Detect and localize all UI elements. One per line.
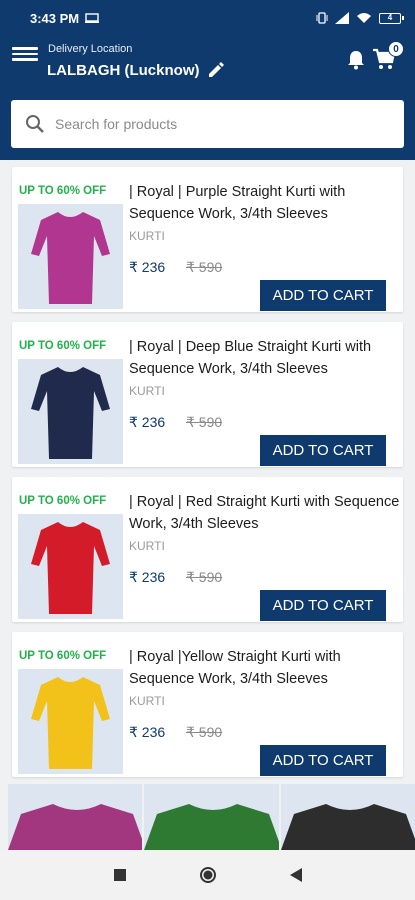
product-title[interactable]: | Royal |Yellow Straight Kurti with Sequ…: [129, 646, 401, 690]
pencil-icon[interactable]: [207, 61, 225, 79]
product-card[interactable]: UP TO 60% OFF | Royal |Yellow Straight K…: [12, 632, 403, 777]
discount-badge: UP TO 60% OFF: [19, 185, 107, 197]
home-button[interactable]: [196, 863, 220, 887]
kurti-image: [8, 804, 143, 850]
discount-badge: UP TO 60% OFF: [19, 650, 107, 662]
vibrate-icon: [316, 12, 328, 24]
search-section: [0, 90, 415, 160]
kurti-image: [144, 804, 279, 850]
discount-badge: UP TO 60% OFF: [19, 340, 107, 352]
discount-badge: UP TO 60% OFF: [19, 495, 107, 507]
product-image[interactable]: [18, 204, 123, 309]
wifi-icon: [357, 13, 371, 23]
delivery-location-label: Delivery Location: [48, 43, 133, 55]
product-category: KURTI: [129, 539, 165, 553]
banner-image[interactable]: [280, 784, 415, 850]
product-card[interactable]: UP TO 60% OFF | Royal | Red Straight Kur…: [12, 477, 403, 622]
status-time: 3:43 PM: [30, 10, 80, 26]
product-title[interactable]: | Royal | Purple Straight Kurti with Seq…: [129, 181, 401, 225]
screen-cast-icon: [85, 13, 100, 23]
battery-icon: 4: [379, 12, 404, 24]
hamburger-icon[interactable]: [12, 44, 38, 64]
product-title[interactable]: | Royal | Deep Blue Straight Kurti with …: [129, 336, 401, 380]
product-image[interactable]: [18, 514, 123, 619]
product-category: KURTI: [129, 384, 165, 398]
product-mrp: ₹ 590: [186, 724, 223, 740]
add-to-cart-button[interactable]: ADD TO CART: [260, 280, 386, 311]
kurti-image: [31, 522, 110, 614]
triangle-back-icon: [289, 868, 302, 882]
product-mrp: ₹ 590: [186, 569, 223, 585]
circle-icon: [199, 867, 216, 883]
product-price: ₹ 236: [129, 569, 166, 585]
product-image[interactable]: [18, 669, 123, 774]
product-price: ₹ 236: [129, 414, 166, 430]
signal-icon: [335, 12, 349, 24]
kurti-image: [280, 804, 415, 850]
product-card[interactable]: UP TO 60% OFF | Royal | Purple Straight …: [12, 167, 403, 312]
delivery-location-value: LALBAGH (Lucknow): [47, 61, 200, 79]
kurti-image: [31, 367, 110, 459]
kurti-image: [31, 212, 110, 304]
product-price: ₹ 236: [129, 259, 166, 275]
product-card[interactable]: UP TO 60% OFF | Royal | Deep Blue Straig…: [12, 322, 403, 467]
banner-image[interactable]: [8, 784, 143, 850]
cart-count-badge: 0: [388, 41, 404, 57]
back-button[interactable]: [284, 863, 308, 887]
search-input[interactable]: [55, 116, 375, 132]
product-mrp: ₹ 590: [186, 414, 223, 430]
product-banner-strip[interactable]: [8, 784, 415, 850]
status-bar: 3:43 PM 4: [0, 0, 415, 36]
add-to-cart-button[interactable]: ADD TO CART: [260, 590, 386, 621]
bell-icon[interactable]: [345, 49, 367, 71]
app-bar: Delivery Location LALBAGH (Lucknow) 0: [0, 36, 415, 90]
product-category: KURTI: [129, 694, 165, 708]
delivery-location-selector[interactable]: LALBAGH (Lucknow): [47, 61, 225, 79]
add-to-cart-button[interactable]: ADD TO CART: [260, 435, 386, 466]
square-icon: [113, 869, 126, 881]
system-nav-bar: [0, 850, 415, 900]
search-bar[interactable]: [11, 100, 404, 148]
product-title[interactable]: | Royal | Red Straight Kurti with Sequen…: [129, 491, 401, 535]
product-mrp: ₹ 590: [186, 259, 223, 275]
product-category: KURTI: [129, 229, 165, 243]
search-icon: [26, 115, 44, 133]
banner-image[interactable]: [144, 784, 279, 850]
recents-button[interactable]: [108, 863, 132, 887]
cart-button[interactable]: 0: [372, 41, 404, 73]
kurti-image: [31, 677, 110, 769]
product-image[interactable]: [18, 359, 123, 464]
add-to-cart-button[interactable]: ADD TO CART: [260, 745, 386, 776]
product-price: ₹ 236: [129, 724, 166, 740]
